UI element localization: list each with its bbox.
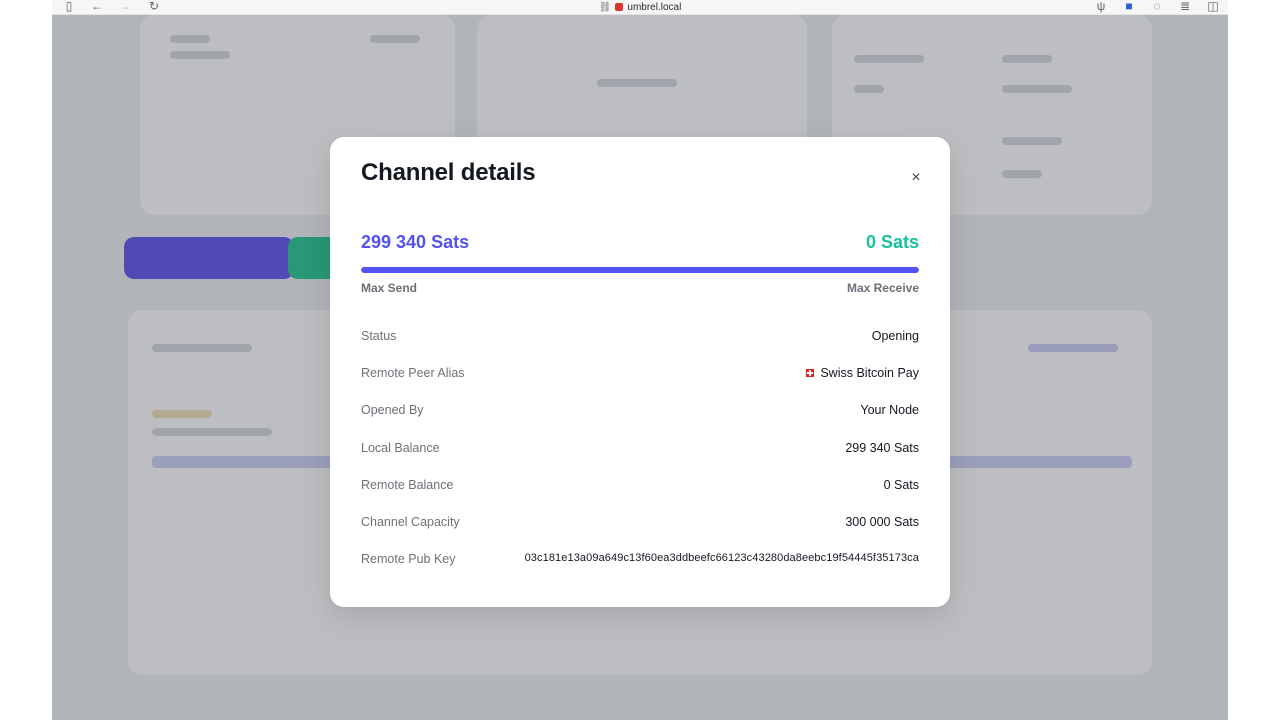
detail-row-status: Status Opening (361, 325, 919, 362)
chat-icon[interactable]: ◌ (1148, 0, 1166, 14)
link-icon: ⛓ (598, 1, 612, 13)
detail-key: Remote Pub Key (361, 552, 456, 567)
detail-key: Remote Balance (361, 477, 454, 492)
detail-value: 0 Sats (883, 477, 919, 492)
detail-row-channel-capacity: Channel Capacity 300 000 Sats (361, 511, 919, 548)
swiss-flag-icon (806, 369, 815, 378)
detail-value: Swiss Bitcoin Pay (820, 366, 919, 381)
max-send-label: Max Send (361, 281, 418, 295)
channel-details-modal: Channel details × 299 340 Sats 0 Sats Ma… (330, 137, 950, 607)
max-receive-label: Max Receive (846, 281, 919, 295)
detail-value: Opening (871, 329, 919, 343)
detail-value: 299 340 Sats (845, 440, 919, 455)
detail-key: Opened By (361, 403, 424, 418)
url-text: umbrel.local (627, 1, 682, 13)
balance-bar (361, 267, 919, 273)
profile-icon[interactable]: ■ (1120, 0, 1138, 14)
detail-key: Status (361, 329, 397, 343)
balance-bar-fill (361, 267, 919, 273)
detail-value[interactable]: 03c181e13a09a649c13f60ea3ddbeefc66123c43… (525, 552, 919, 564)
close-icon[interactable]: × (908, 170, 924, 186)
detail-row-local-balance: Local Balance 299 340 Sats (361, 437, 919, 474)
detail-value-wrap: Swiss Bitcoin Pay (806, 366, 919, 380)
details-list: Status Opening Remote Peer Alias Swiss B… (361, 325, 919, 585)
detail-row-remote-peer-alias: Remote Peer Alias Swiss Bitcoin Pay (361, 362, 919, 399)
reader-icon[interactable]: ≣ (1176, 0, 1194, 14)
extension-icon[interactable]: ψ (1092, 0, 1110, 14)
lock-icon (615, 3, 624, 11)
detail-row-remote-pub-key: Remote Pub Key 03c181e13a09a649c13f60ea3… (361, 548, 919, 585)
detail-key: Remote Peer Alias (361, 366, 465, 381)
modal-title: Channel details (361, 159, 536, 186)
detail-row-remote-balance: Remote Balance 0 Sats (361, 474, 919, 511)
detail-row-opened-by: Opened By Your Node (361, 399, 919, 436)
split-view-icon[interactable]: ◫ (1204, 0, 1222, 14)
detail-key: Channel Capacity (361, 514, 460, 529)
detail-key: Local Balance (361, 440, 440, 455)
max-send-amount: 299 340 Sats (361, 232, 470, 252)
detail-value: Your Node (860, 403, 919, 418)
detail-value: 300 000 Sats (845, 514, 919, 529)
max-receive-amount: 0 Sats (865, 232, 919, 252)
address-bar[interactable]: ⛓ umbrel.local (52, 0, 1228, 14)
browser-toolbar: ▯ ← → ↻ ⛓ umbrel.local ψ ■ ◌ ≣ ◫ (52, 0, 1228, 15)
